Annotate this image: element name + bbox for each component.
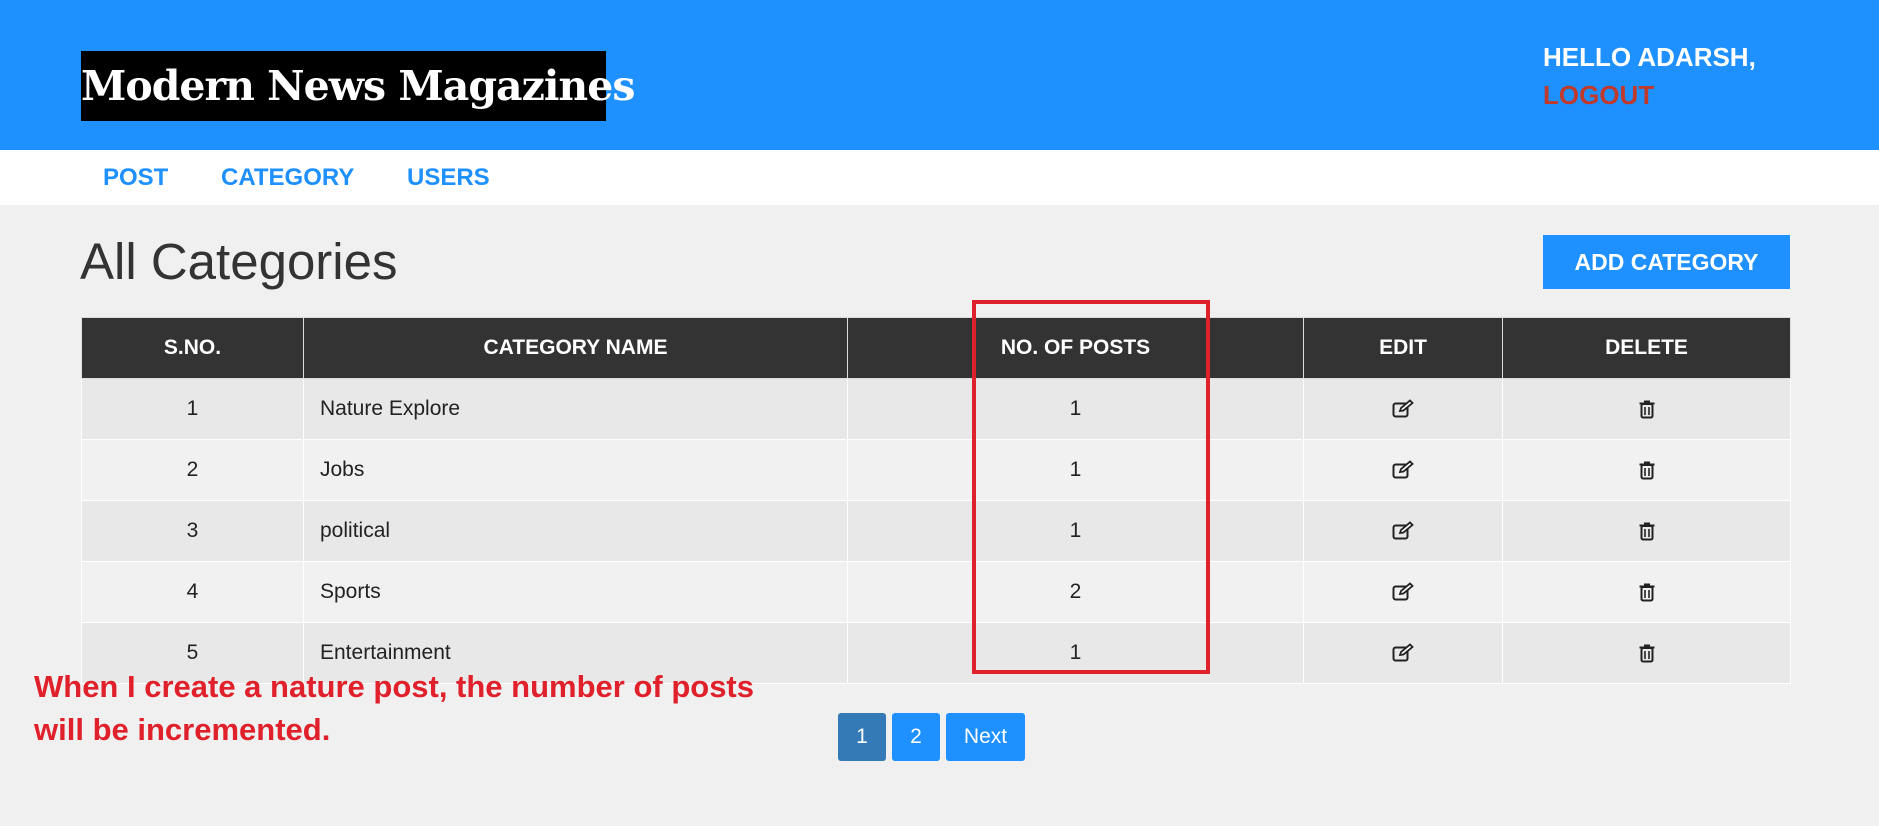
user-greeting: HELLO ADARSH, bbox=[1543, 42, 1756, 72]
admin-menu: POST CATEGORY USERS bbox=[0, 150, 1879, 205]
trash-icon[interactable] bbox=[1638, 641, 1656, 664]
pagination-next-button[interactable]: Next bbox=[946, 713, 1025, 761]
category-name-cell: Jobs bbox=[303, 439, 848, 501]
user-box: HELLO ADARSH, LOGOUT bbox=[1543, 38, 1756, 114]
menu-item-post[interactable]: POST bbox=[103, 150, 168, 205]
pagination-page-2[interactable]: 2 bbox=[892, 713, 940, 761]
edit-cell bbox=[1303, 500, 1503, 562]
menu-item-category[interactable]: CATEGORY bbox=[221, 150, 354, 205]
post-count-cell: 1 bbox=[847, 439, 1304, 501]
edit-icon[interactable] bbox=[1392, 580, 1414, 603]
column-header-edit: EDIT bbox=[1303, 317, 1503, 379]
post-count-cell: 1 bbox=[847, 378, 1304, 440]
delete-cell bbox=[1502, 439, 1791, 501]
menu-item-users[interactable]: USERS bbox=[407, 150, 490, 205]
header-bar: Modern News Magazines HELLO ADARSH, LOGO… bbox=[0, 0, 1879, 150]
trash-icon[interactable] bbox=[1638, 519, 1656, 542]
sno-cell: 4 bbox=[81, 561, 304, 623]
table-row: 4 Sports 2 bbox=[81, 561, 1791, 623]
category-name-cell: political bbox=[303, 500, 848, 562]
edit-cell bbox=[1303, 439, 1503, 501]
logout-link[interactable]: LOGOUT bbox=[1543, 76, 1756, 114]
column-header-category-name: CATEGORY NAME bbox=[303, 317, 848, 379]
edit-cell bbox=[1303, 561, 1503, 623]
table-row: 3 political 1 bbox=[81, 500, 1791, 562]
delete-cell bbox=[1502, 378, 1791, 440]
pagination-page-1[interactable]: 1 bbox=[838, 713, 886, 761]
edit-cell bbox=[1303, 378, 1503, 440]
category-name-cell: Nature Explore bbox=[303, 378, 848, 440]
post-count-cell: 1 bbox=[847, 622, 1304, 684]
column-header-post-count: NO. OF POSTS bbox=[847, 317, 1304, 379]
edit-icon[interactable] bbox=[1392, 397, 1414, 420]
delete-cell bbox=[1502, 622, 1791, 684]
sno-cell: 3 bbox=[81, 500, 304, 562]
edit-icon[interactable] bbox=[1392, 458, 1414, 481]
trash-icon[interactable] bbox=[1638, 397, 1656, 420]
column-header-sno: S.NO. bbox=[81, 317, 304, 379]
sno-cell: 1 bbox=[81, 378, 304, 440]
post-count-cell: 1 bbox=[847, 500, 1304, 562]
page-title: All Categories bbox=[80, 233, 398, 290]
add-category-button[interactable]: ADD CATEGORY bbox=[1543, 235, 1790, 289]
category-name-cell: Sports bbox=[303, 561, 848, 623]
column-header-delete: DELETE bbox=[1502, 317, 1791, 379]
categories-table: S.NO. CATEGORY NAME NO. OF POSTS EDIT DE… bbox=[81, 317, 1791, 684]
table-row: 2 Jobs 1 bbox=[81, 439, 1791, 501]
edit-icon[interactable] bbox=[1392, 641, 1414, 664]
trash-icon[interactable] bbox=[1638, 580, 1656, 603]
post-count-cell: 2 bbox=[847, 561, 1304, 623]
table-row: 1 Nature Explore 1 bbox=[81, 378, 1791, 440]
site-logo[interactable]: Modern News Magazines bbox=[81, 51, 635, 121]
trash-icon[interactable] bbox=[1638, 458, 1656, 481]
delete-cell bbox=[1502, 561, 1791, 623]
annotation-note: When I create a nature post, the number … bbox=[34, 669, 754, 747]
table-header-row: S.NO. CATEGORY NAME NO. OF POSTS EDIT DE… bbox=[81, 317, 1791, 379]
edit-icon[interactable] bbox=[1392, 519, 1414, 542]
sno-cell: 2 bbox=[81, 439, 304, 501]
delete-cell bbox=[1502, 500, 1791, 562]
edit-cell bbox=[1303, 622, 1503, 684]
